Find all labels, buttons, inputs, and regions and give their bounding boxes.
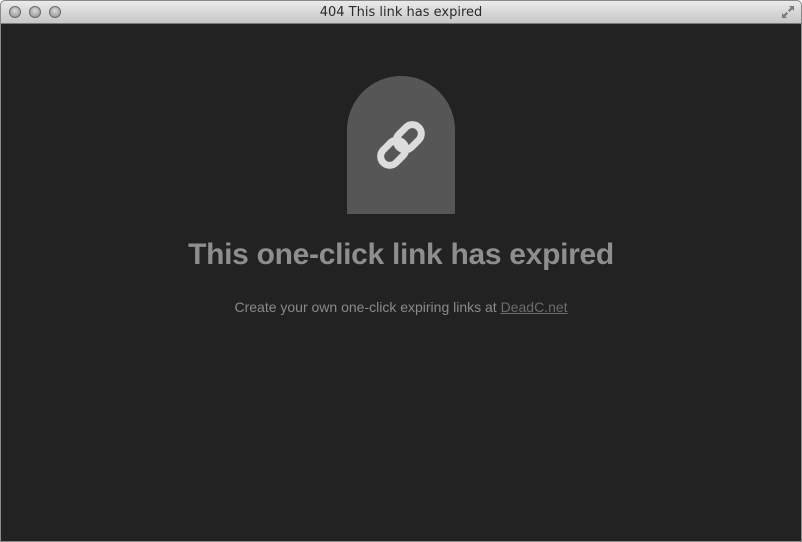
promo-label: Create your own one-click expiring links… — [234, 299, 497, 315]
link-chain-icon — [377, 121, 425, 169]
title-bar[interactable]: 404 This link has expired — [1, 1, 801, 24]
expired-link-badge — [347, 76, 455, 214]
promo-text: Create your own one-click expiring links… — [1, 299, 801, 315]
page-content: This one-click link has expired Create y… — [1, 24, 801, 541]
fullscreen-icon[interactable] — [781, 5, 795, 19]
page-title: This one-click link has expired — [188, 238, 614, 271]
window-title: 404 This link has expired — [319, 5, 483, 20]
browser-window: 404 This link has expired This one-click… — [0, 0, 802, 542]
deadc-link[interactable]: DeadC.net — [501, 299, 568, 315]
